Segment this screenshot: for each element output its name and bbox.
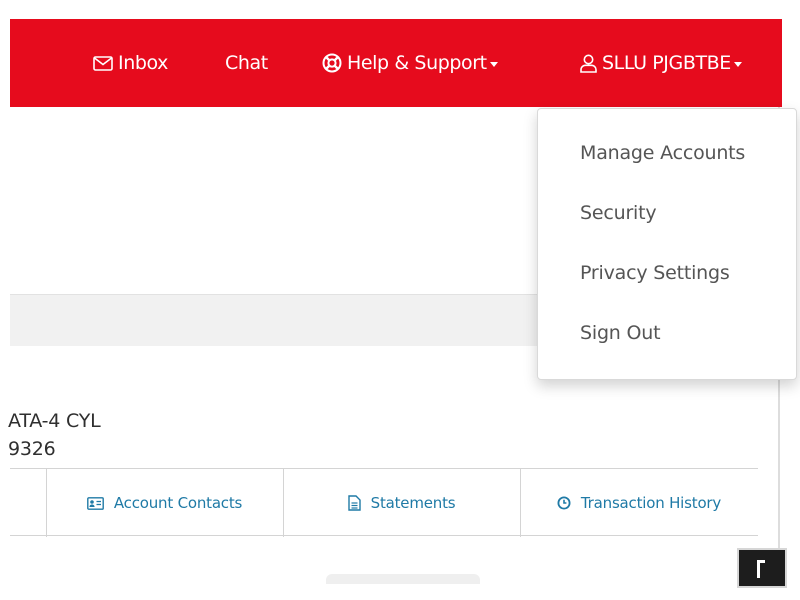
- nav-inbox-link[interactable]: Inbox: [93, 19, 168, 107]
- tab-transaction-history[interactable]: Transaction History: [520, 469, 758, 537]
- nav-user-name: SLLU PJGBTBE: [602, 52, 731, 74]
- nav-help-support-dropdown[interactable]: Help & Support: [322, 19, 498, 107]
- menu-item-manage-accounts[interactable]: Manage Accounts: [580, 142, 745, 164]
- clock-icon: [557, 496, 571, 510]
- menu-item-security[interactable]: Security: [580, 202, 657, 224]
- nav-chat-link[interactable]: Chat: [225, 19, 268, 107]
- nav-inbox-label: Inbox: [118, 52, 168, 74]
- tab-statements[interactable]: Statements: [283, 469, 520, 537]
- vehicle-number: 9326: [8, 438, 56, 460]
- tab-account-contacts-label: Account Contacts: [113, 494, 243, 512]
- chevron-down-icon: [733, 61, 742, 67]
- footer-pill: [326, 574, 480, 584]
- account-tabs: Account Contacts Statements Transaction …: [10, 468, 758, 537]
- nav-help-support-label: Help & Support: [347, 52, 487, 74]
- tab-statements-label: Statements: [370, 494, 456, 512]
- menu-item-privacy-settings[interactable]: Privacy Settings: [580, 262, 730, 284]
- nav-chat-label: Chat: [225, 52, 268, 74]
- feedback-widget[interactable]: [737, 548, 787, 588]
- document-icon: [347, 495, 361, 511]
- vehicle-description: ATA-4 CYL: [8, 410, 101, 432]
- user-icon: [580, 54, 597, 73]
- top-navigation-bar: Inbox Chat Help & Support SLLU PJGBTBE: [10, 19, 782, 107]
- tab-account-contacts[interactable]: Account Contacts: [46, 469, 283, 537]
- tab-transaction-history-label: Transaction History: [580, 494, 722, 512]
- chevron-down-icon: [489, 61, 498, 67]
- nav-user-menu-dropdown[interactable]: SLLU PJGBTBE: [580, 19, 742, 107]
- section-band: [10, 294, 570, 346]
- menu-item-sign-out[interactable]: Sign Out: [580, 322, 661, 344]
- contact-card-icon: [86, 496, 104, 510]
- envelope-icon: [93, 55, 113, 71]
- lifebuoy-icon: [322, 53, 342, 73]
